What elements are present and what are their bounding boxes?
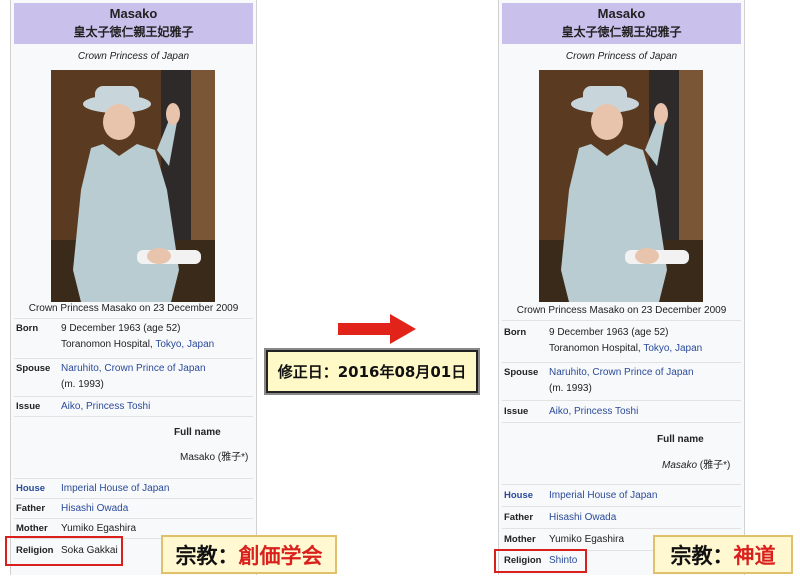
mother-label: Mother (504, 534, 536, 545)
mother-value: Yumiko Egashira (61, 523, 137, 534)
religion-tag-key: 宗教： (175, 543, 239, 568)
house-label[interactable]: House (16, 483, 45, 494)
row-spouse: Spouse Naruhito, Crown Prince of Japan (… (14, 358, 253, 395)
full-name-value: Masako (雅子*) (662, 456, 730, 471)
infobox-header: Masako 皇太子徳仁親王妃雅子 (502, 3, 741, 44)
title-caption: Crown Princess of Japan (77, 51, 190, 62)
issue-link[interactable]: Aiko, Princess Toshi (61, 399, 150, 415)
photo-caption: Crown Princess Masako on 23 December 200… (28, 303, 239, 314)
full-name-label: Full name (174, 427, 221, 438)
born-value: 9 December 1963 (age 52) Toranomon Hospi… (549, 325, 702, 357)
row-spouse: Spouse Naruhito, Crown Prince of Japan (… (502, 362, 741, 401)
photo-caption: Crown Princess Masako on 23 December 200… (516, 305, 727, 316)
born-place-link[interactable]: Tokyo, Japan (643, 343, 702, 354)
row-issue: Issue Aiko, Princess Toshi (502, 400, 741, 423)
spouse-link[interactable]: Naruhito, Crown Prince of Japan (549, 365, 694, 381)
infobox-after: Masako 皇太子徳仁親王妃雅子 Crown Princess of Japa… (498, 0, 745, 575)
religion-tag-after: 宗教： 神道 (653, 535, 793, 574)
religion-tag-key: 宗教： (670, 543, 734, 568)
religion-tag-value: 創価学会 (238, 543, 323, 568)
spouse-link[interactable]: Naruhito, Crown Prince of Japan (61, 361, 206, 377)
revision-date-label: 修正日：2016年08月01日 (264, 348, 480, 395)
house-link[interactable]: Imperial House of Japan (549, 488, 657, 504)
born-hospital: Toranomon Hospital, (61, 339, 156, 350)
born-date: 9 December 1963 (age 52) (61, 323, 181, 334)
name-japanese: 皇太子徳仁親王妃雅子 (561, 25, 682, 39)
religion-highlight-box (5, 536, 123, 566)
title-caption: Crown Princess of Japan (565, 51, 678, 62)
born-value: 9 December 1963 (age 52) Toranomon Hospi… (61, 321, 214, 353)
portrait-photo[interactable] (539, 70, 703, 302)
row-issue: Issue Aiko, Princess Toshi (14, 396, 253, 417)
name-japanese: 皇太子徳仁親王妃雅子 (73, 25, 194, 39)
row-born: Born 9 December 1963 (age 52) Toranomon … (14, 318, 253, 359)
house-label[interactable]: House (504, 490, 533, 501)
born-place-link[interactable]: Tokyo, Japan (155, 339, 214, 350)
religion-tag-before: 宗教： 創価学会 (161, 535, 337, 574)
spouse-label: Spouse (16, 363, 51, 374)
name-english: Masako (597, 6, 646, 21)
father-link[interactable]: Hisashi Owada (549, 510, 616, 526)
full-name-kanji: (雅子*) (697, 460, 731, 471)
full-name-value: Masako (雅子*) (180, 452, 249, 463)
father-link[interactable]: Hisashi Owada (61, 501, 128, 517)
issue-label: Issue (16, 401, 41, 412)
full-name-label: Full name (657, 434, 704, 445)
infobox-header: Masako 皇太子徳仁親王妃雅子 (14, 3, 253, 44)
father-label: Father (504, 512, 534, 523)
religion-highlight-box (494, 549, 587, 573)
right-arrow-icon (338, 314, 416, 344)
issue-label: Issue (504, 406, 529, 417)
spouse-value: Naruhito, Crown Prince of Japan (m. 1993… (61, 361, 206, 393)
portrait-photo[interactable] (51, 70, 215, 302)
born-date: 9 December 1963 (age 52) (549, 327, 669, 338)
row-house: House Imperial House of Japan (502, 484, 741, 507)
spouse-year: (m. 1993) (549, 383, 592, 394)
name-english: Masako (109, 6, 158, 21)
spouse-label: Spouse (504, 367, 539, 378)
religion-tag-value: 神道 (733, 543, 776, 568)
father-label: Father (16, 503, 46, 514)
row-full-name: Full name Masako (雅子*) (14, 416, 253, 479)
mother-value: Yumiko Egashira (549, 534, 625, 545)
spouse-year: (m. 1993) (61, 379, 104, 390)
row-father: Father Hisashi Owada (502, 506, 741, 529)
full-name-romaji: Masako (662, 460, 698, 471)
row-full-name: Full name Masako (雅子*) (502, 422, 741, 485)
born-hospital: Toranomon Hospital, (549, 343, 644, 354)
born-label: Born (504, 327, 527, 338)
infobox-before: Masako 皇太子徳仁親王妃雅子 Crown Princess of Japa… (10, 0, 257, 575)
mother-label: Mother (16, 523, 48, 534)
row-born: Born 9 December 1963 (age 52) Toranomon … (502, 320, 741, 363)
row-father: Father Hisashi Owada (14, 498, 253, 519)
row-house: House Imperial House of Japan (14, 478, 253, 499)
issue-link[interactable]: Aiko, Princess Toshi (549, 404, 638, 420)
born-label: Born (16, 323, 39, 334)
house-link[interactable]: Imperial House of Japan (61, 481, 169, 497)
spouse-value: Naruhito, Crown Prince of Japan (m. 1993… (549, 365, 694, 397)
